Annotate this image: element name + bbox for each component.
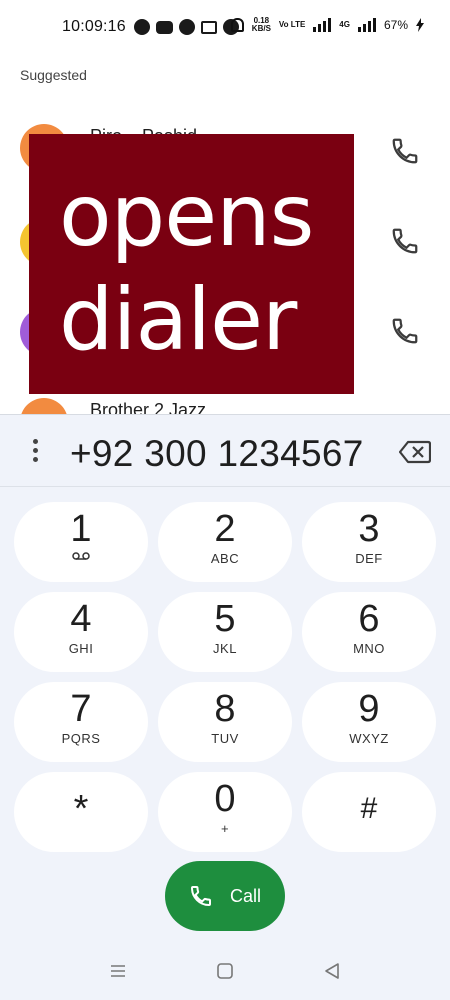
signal-icon-2	[357, 18, 376, 32]
key-digit: 0	[214, 778, 236, 820]
key-4[interactable]: 4 GHI	[14, 592, 148, 672]
dialed-number[interactable]: +92 300 1234567	[70, 433, 364, 475]
battery-level: 67%	[383, 18, 408, 32]
home-icon[interactable]	[215, 961, 235, 981]
key-digit: 5	[214, 598, 236, 640]
phone-icon[interactable]	[390, 136, 420, 166]
key-digit: 2	[214, 508, 236, 550]
key-8[interactable]: 8 TUV	[158, 682, 292, 762]
key-letters: ABC	[210, 551, 240, 566]
key-3[interactable]: 3 DEF	[302, 502, 436, 582]
network-type: 4G	[339, 20, 350, 29]
caption-overlay: opens dialer	[29, 134, 354, 394]
key-letters: MNO	[353, 641, 385, 656]
caption-line-2: dialer	[59, 270, 297, 370]
key-5[interactable]: 5 JKL	[158, 592, 292, 672]
key-letters: TUV	[211, 731, 239, 746]
system-nav-bar	[0, 941, 450, 1000]
key-9[interactable]: 9 WXYZ	[302, 682, 436, 762]
network-speed: 0.18 KB/S	[252, 17, 271, 33]
whatsapp-icon	[134, 19, 150, 35]
number-entry-row: +92 300 1234567	[0, 415, 450, 487]
status-indicators: 0.18 KB/S Vo LTE 4G 67%	[230, 17, 424, 33]
status-time: 10:09:16	[62, 18, 126, 35]
recents-menu-icon[interactable]	[108, 961, 128, 981]
key-digit: 8	[214, 688, 236, 730]
charging-icon	[416, 18, 424, 32]
notification-icons	[134, 19, 239, 35]
key-digit: *	[73, 788, 89, 830]
key-letters: GHI	[68, 641, 94, 656]
more-options-icon[interactable]	[26, 439, 44, 469]
network-speed-unit: KB/S	[251, 24, 271, 33]
key-2[interactable]: 2 ABC	[158, 502, 292, 582]
signal-icon	[313, 18, 332, 32]
app-notification-icon	[179, 19, 195, 35]
backspace-icon[interactable]	[399, 440, 431, 464]
key-letters: DEF	[355, 551, 383, 566]
key-digit: #	[360, 792, 378, 825]
key-digit: 3	[358, 508, 380, 550]
call-label: Call	[230, 886, 262, 906]
youtube-icon	[156, 21, 173, 34]
key-digit: 1	[70, 508, 92, 550]
bell-icon	[230, 18, 244, 32]
key-letters: PQRS	[61, 731, 101, 746]
back-icon[interactable]	[322, 961, 342, 981]
voicemail-icon	[72, 552, 90, 560]
key-1[interactable]: 1	[14, 502, 148, 582]
key-digit: 4	[70, 598, 92, 640]
key-digit: 9	[358, 688, 380, 730]
key-star[interactable]: *	[14, 772, 148, 852]
key-hash[interactable]: #	[302, 772, 436, 852]
status-bar: 10:09:16 0.18 KB/S Vo LTE 4G 67%	[0, 0, 450, 56]
suggested-heading: Suggested	[20, 67, 87, 83]
key-letters: +	[220, 821, 230, 836]
volte-indicator: Vo LTE	[278, 20, 306, 29]
key-digit: 6	[358, 598, 380, 640]
key-7[interactable]: 7 PQRS	[14, 682, 148, 762]
phone-icon[interactable]	[390, 316, 420, 346]
phone-icon	[190, 886, 211, 907]
key-6[interactable]: 6 MNO	[302, 592, 436, 672]
caption-line-1: opens	[59, 166, 314, 266]
call-button[interactable]: Call	[165, 861, 285, 931]
gmail-icon	[201, 21, 217, 34]
key-letters: WXYZ	[349, 731, 389, 746]
caption-text: opens dialer	[59, 164, 314, 372]
key-letters: JKL	[213, 641, 237, 656]
key-0[interactable]: 0 +	[158, 772, 292, 852]
dialpad-sheet: +92 300 1234567 1 2 ABC 3 DEF 4 GHI 5 JK…	[0, 414, 450, 1000]
key-digit: 7	[70, 688, 92, 730]
phone-icon[interactable]	[390, 226, 420, 256]
